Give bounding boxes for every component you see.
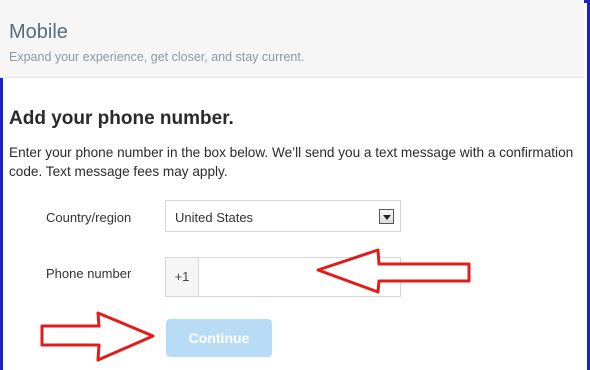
annotation-arrow-right-icon [40, 311, 155, 362]
annotation-layer [40, 248, 471, 362]
annotation-arrow-left-icon [316, 248, 471, 294]
